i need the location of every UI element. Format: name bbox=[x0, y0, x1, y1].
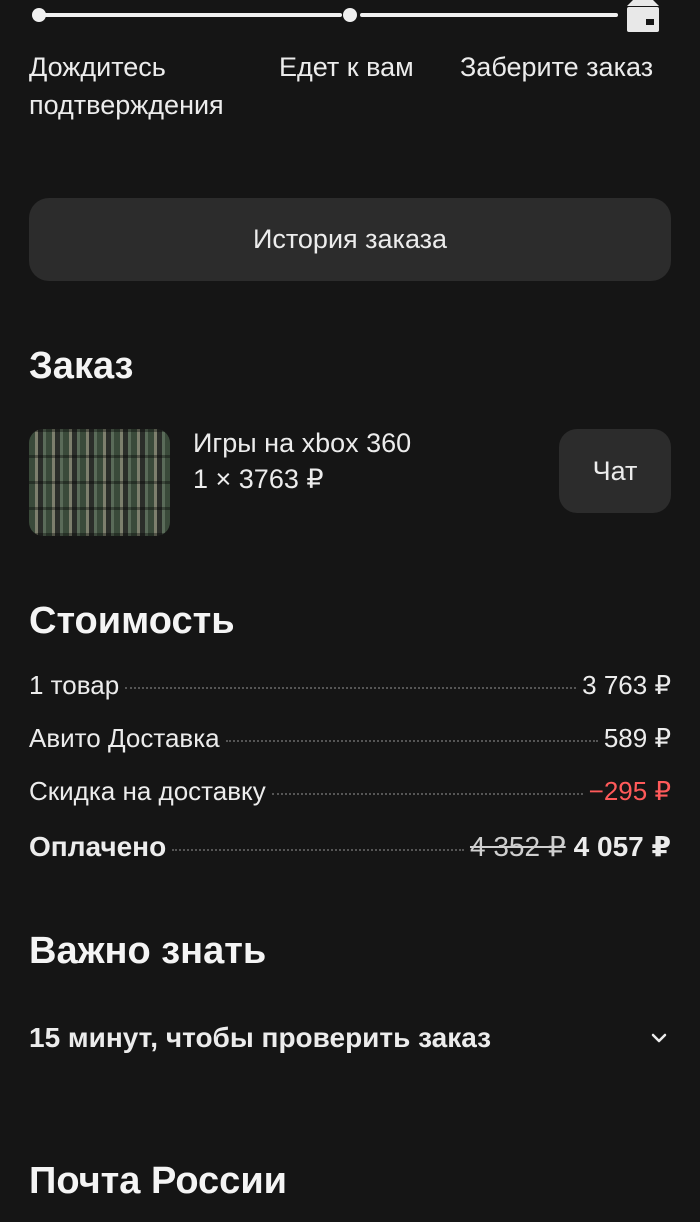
cost-row-discount: Скидка на доставку −295 ₽ bbox=[29, 776, 671, 812]
step-label-shipping: Едет к вам bbox=[279, 52, 414, 82]
cost-row-label: Авито Доставка bbox=[29, 723, 220, 753]
cost-row-value: 3 763 ₽ bbox=[582, 670, 671, 700]
chat-button[interactable]: Чат bbox=[559, 429, 671, 513]
product-thumbnail[interactable] bbox=[29, 429, 170, 536]
dotted-leader bbox=[172, 849, 464, 851]
cost-row-items: 1 товар 3 763 ₽ bbox=[29, 670, 671, 706]
progress-track-2 bbox=[360, 13, 618, 17]
important-section-title: Важно знать bbox=[29, 930, 267, 972]
order-section-title: Заказ bbox=[29, 345, 134, 387]
cost-section-title: Стоимость bbox=[29, 600, 235, 642]
step-label-confirm: Дождитесь подтверждения bbox=[29, 52, 224, 120]
cost-row-delivery: Авито Доставка 589 ₽ bbox=[29, 723, 671, 759]
step-label-pickup: Заберите заказ bbox=[460, 52, 654, 82]
paid-total: 4 057 ₽ bbox=[573, 831, 671, 862]
cost-row-label: Скидка на доставку bbox=[29, 776, 266, 806]
chevron-down-icon[interactable] bbox=[649, 1028, 669, 1048]
cost-row-paid: Оплачено 4 352 ₽ 4 057 ₽ bbox=[29, 830, 671, 866]
dotted-leader bbox=[225, 740, 598, 742]
progress-track-1 bbox=[40, 13, 342, 17]
paid-label: Оплачено bbox=[29, 831, 167, 862]
dotted-leader bbox=[125, 687, 577, 689]
paid-old-price: 4 352 ₽ bbox=[469, 831, 566, 862]
step-dot-shipping bbox=[343, 8, 357, 22]
order-history-button[interactable]: История заказа bbox=[29, 198, 671, 281]
dotted-leader bbox=[271, 793, 583, 795]
cost-row-value: 589 ₽ bbox=[603, 723, 671, 753]
product-quantity-price: 1 × 3763 ₽ bbox=[193, 464, 324, 494]
faq-check-order[interactable]: 15 минут, чтобы проверить заказ bbox=[29, 1022, 671, 1054]
product-title[interactable]: Игры на xbox 360 bbox=[193, 428, 411, 459]
package-icon bbox=[624, 0, 662, 32]
faq-text: 15 минут, чтобы проверить заказ bbox=[29, 1022, 492, 1053]
cost-row-label: 1 товар bbox=[29, 670, 120, 700]
post-section-title: Почта России bbox=[29, 1160, 288, 1202]
discount-value: −295 ₽ bbox=[588, 776, 671, 806]
